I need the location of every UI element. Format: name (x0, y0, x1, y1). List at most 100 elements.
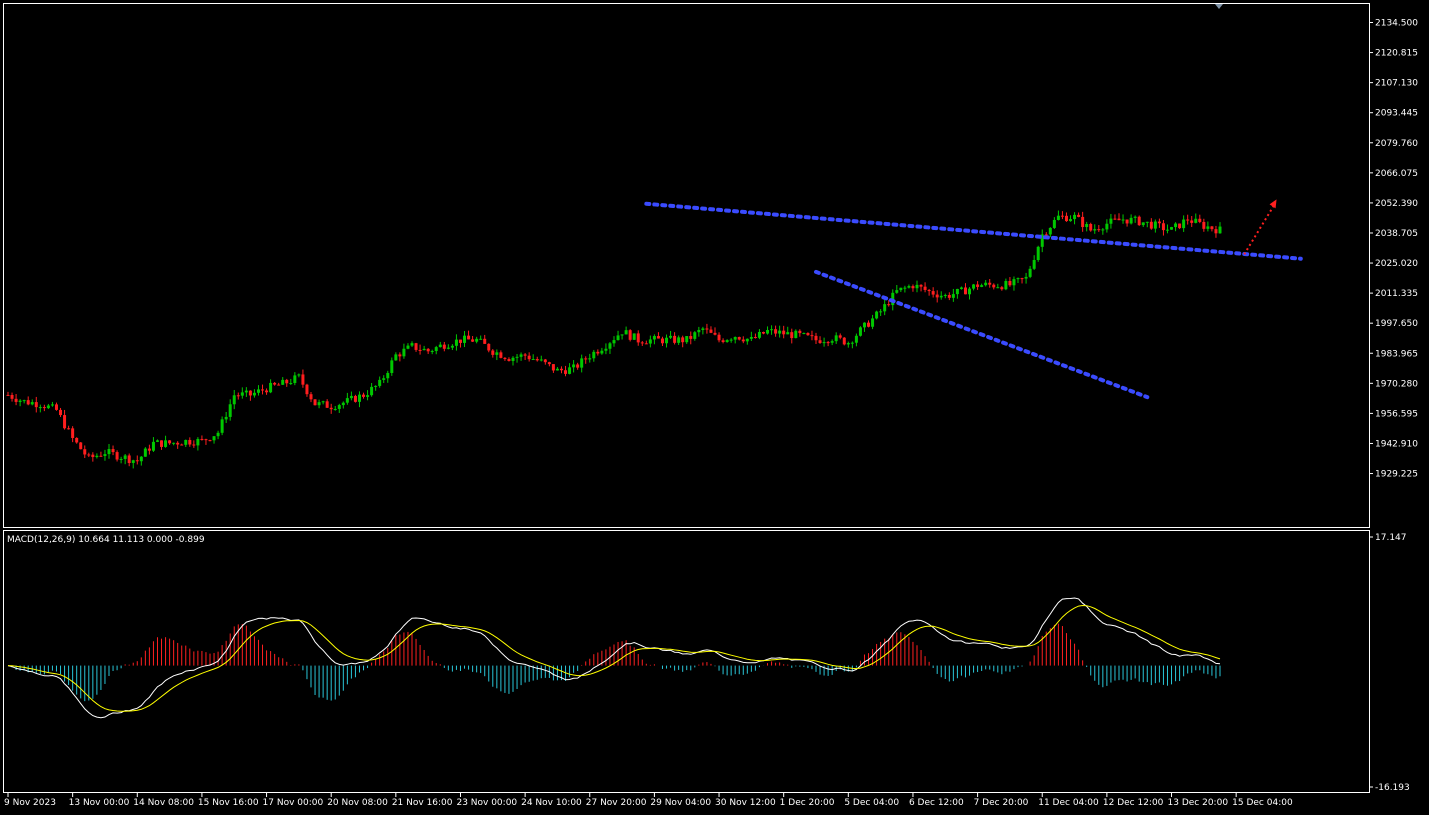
candle-body (955, 288, 959, 295)
candle-body (669, 335, 673, 338)
candle-body (1218, 226, 1222, 234)
candle-body (1073, 214, 1077, 220)
candle-body (665, 337, 669, 344)
candle-body (232, 395, 236, 405)
candle-body (434, 347, 438, 352)
price-tick-label: 2120.815 (1375, 49, 1418, 59)
candle-body (398, 354, 402, 357)
candle-body (236, 395, 240, 397)
candle-body (527, 355, 531, 360)
candle-body (180, 444, 184, 446)
candle-body (624, 330, 628, 335)
candle-body (42, 407, 46, 409)
candle-body (786, 332, 790, 335)
candle-body (531, 359, 535, 361)
candle-body (721, 340, 725, 342)
candle-body (1202, 221, 1206, 229)
candle-body (1210, 226, 1214, 230)
candle-body (1000, 287, 1004, 290)
candle-body (224, 416, 228, 420)
candle-body (503, 357, 507, 360)
candle-body (103, 454, 107, 457)
candle-body (139, 456, 143, 462)
candle-body (660, 338, 664, 344)
candle-body (1206, 226, 1210, 229)
time-tick-label: 11 Dec 04:00 (1038, 798, 1099, 808)
candle-body (463, 335, 467, 343)
candle-body (67, 428, 71, 430)
candle-body (988, 282, 992, 285)
candle-body (677, 337, 681, 343)
candle-body (390, 360, 394, 373)
candle-body (903, 287, 907, 289)
candle-body (547, 362, 551, 365)
time-tick-label: 5 Dec 04:00 (844, 798, 899, 808)
candle-body (572, 364, 576, 368)
candle-body (1028, 268, 1032, 277)
candle-body (374, 385, 378, 387)
candle-body (867, 322, 871, 327)
candle-body (281, 379, 285, 385)
candle-body (422, 348, 426, 351)
candle-body (709, 329, 713, 333)
candle-body (168, 440, 172, 444)
candle-body (317, 402, 321, 406)
candle-body (378, 379, 382, 386)
candle-body (850, 342, 854, 344)
candle-body (887, 304, 891, 306)
candle-body (507, 359, 511, 361)
candle-body (741, 339, 745, 342)
time-tick-label: 14 Nov 08:00 (133, 798, 194, 808)
candle-body (176, 442, 180, 445)
candle-body (1048, 227, 1052, 235)
candle-body (248, 390, 252, 396)
candle-body (1161, 223, 1165, 231)
candle-body (293, 375, 297, 383)
candle-body (858, 327, 862, 336)
time-tick-label: 29 Nov 04:00 (650, 798, 711, 808)
price-tick-label: 2066.075 (1375, 169, 1418, 179)
candle-body (733, 337, 737, 340)
time-tick-label: 1 Dec 20:00 (780, 798, 835, 808)
candle-body (568, 367, 572, 374)
candle-body (782, 330, 786, 335)
price-tick-label: 1970.280 (1375, 379, 1418, 389)
candle-body (1214, 229, 1218, 234)
time-tick-label: 6 Dec 12:00 (909, 798, 964, 808)
candle-body (119, 458, 123, 460)
candle-body (919, 284, 923, 287)
candle-body (1064, 215, 1068, 222)
candle-body (612, 340, 616, 344)
trading-chart: 2134.500 2120.815 2107.130 2093.445 2079.760… (0, 0, 1429, 815)
candle-body (1141, 222, 1145, 226)
price-tick-label: 2093.445 (1375, 109, 1418, 119)
candle-body (345, 398, 349, 403)
candle-body (321, 401, 325, 403)
candle-body (652, 336, 656, 340)
candle-body (705, 328, 709, 330)
candle-body (79, 442, 83, 450)
candle-body (943, 294, 947, 296)
candle-body (515, 356, 519, 358)
candle-body (846, 343, 850, 345)
candle-body (135, 460, 139, 462)
candle-body (188, 439, 192, 445)
candle-body (1137, 216, 1141, 226)
time-tick-label: 12 Dec 12:00 (1103, 798, 1164, 808)
candle-body (1194, 218, 1198, 223)
candle-body (301, 374, 305, 385)
candle-body (115, 452, 119, 460)
candle-body (479, 338, 483, 340)
candle-body (911, 286, 915, 289)
candle-body (362, 394, 366, 397)
candle-body (1089, 223, 1093, 231)
candle-body (95, 455, 99, 458)
candle-body (59, 409, 63, 416)
candle-body (204, 439, 208, 441)
candle-body (491, 350, 495, 355)
candle-body (147, 448, 151, 451)
candle-body (1020, 278, 1024, 280)
candle-body (1178, 223, 1182, 229)
candle-body (822, 342, 826, 344)
candle-body (871, 318, 875, 327)
